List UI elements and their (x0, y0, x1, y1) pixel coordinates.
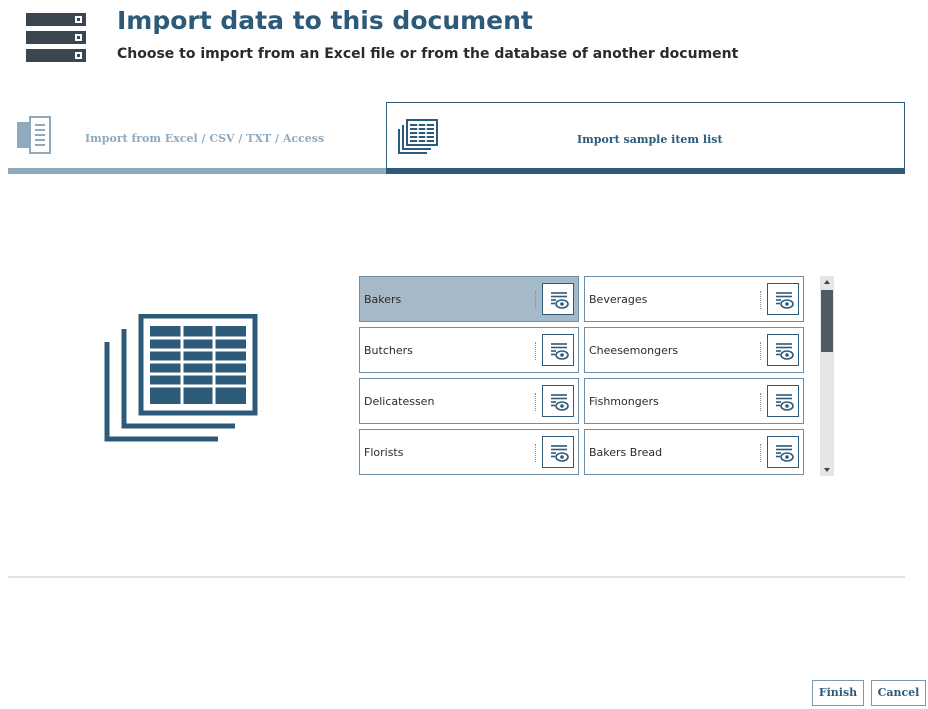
preview-button[interactable] (542, 283, 574, 315)
list-item-label: Cheesemongers (589, 344, 679, 357)
page-title: Import data to this document (117, 6, 533, 35)
list-scrollbar[interactable] (820, 276, 834, 476)
item-separator (760, 444, 761, 462)
list-item-beverages[interactable]: Beverages (584, 276, 804, 322)
list-item-bakers[interactable]: Bakers (359, 276, 579, 322)
item-separator (760, 342, 761, 360)
preview-button[interactable] (767, 334, 799, 366)
preview-button[interactable] (767, 436, 799, 468)
preview-eye-icon (551, 292, 569, 309)
preview-eye-icon (776, 292, 794, 309)
item-separator (760, 393, 761, 411)
item-separator (535, 393, 536, 411)
tab-import-sample-label: Import sample item list (577, 133, 723, 146)
list-item-delicatessen[interactable]: Delicatessen (359, 378, 579, 424)
preview-button[interactable] (542, 334, 574, 366)
table-stack-icon (398, 119, 438, 154)
list-item-label: Florists (364, 446, 404, 459)
preview-eye-icon (776, 394, 794, 411)
tab-import-excel-label: Import from Excel / CSV / TXT / Access (85, 132, 325, 145)
footer-divider (8, 576, 905, 578)
tab-import-sample[interactable]: Import sample item list (386, 102, 905, 174)
list-item-label: Beverages (589, 293, 648, 306)
preview-eye-icon (776, 445, 794, 462)
list-item-fishmongers[interactable]: Fishmongers (584, 378, 804, 424)
list-item-bakers-bread[interactable]: Bakers Bread (584, 429, 804, 475)
server-stack-icon (26, 13, 86, 62)
preview-eye-icon (551, 343, 569, 360)
list-item-label: Butchers (364, 344, 413, 357)
item-separator (760, 291, 761, 309)
list-item-butchers[interactable]: Butchers (359, 327, 579, 373)
page-subtitle: Choose to import from an Excel file or f… (117, 46, 739, 62)
tab-import-excel[interactable]: Import from Excel / CSV / TXT / Access (8, 102, 386, 174)
item-separator (535, 291, 536, 309)
list-item-label: Bakers Bread (589, 446, 663, 459)
scroll-up-arrow-icon[interactable] (820, 276, 834, 288)
preview-eye-icon (551, 394, 569, 411)
preview-button[interactable] (542, 436, 574, 468)
list-item-label: Fishmongers (589, 395, 659, 408)
list-item-cheesemongers[interactable]: Cheesemongers (584, 327, 804, 373)
scroll-down-arrow-icon[interactable] (820, 464, 834, 476)
preview-button[interactable] (767, 283, 799, 315)
item-separator (535, 342, 536, 360)
item-separator (535, 444, 536, 462)
cancel-button[interactable]: Cancel (871, 680, 926, 706)
sample-list: Bakers Beverages Butchers Cheesemongers … (359, 276, 805, 476)
excel-file-icon (17, 116, 51, 154)
finish-button[interactable]: Finish (812, 680, 864, 706)
table-stack-illustration (104, 314, 258, 442)
preview-button[interactable] (767, 385, 799, 417)
scroll-thumb[interactable] (821, 290, 833, 352)
list-item-label: Delicatessen (364, 395, 435, 408)
preview-eye-icon (776, 343, 794, 360)
preview-button[interactable] (542, 385, 574, 417)
preview-eye-icon (551, 445, 569, 462)
list-item-label: Bakers (364, 293, 402, 306)
list-item-florists[interactable]: Florists (359, 429, 579, 475)
